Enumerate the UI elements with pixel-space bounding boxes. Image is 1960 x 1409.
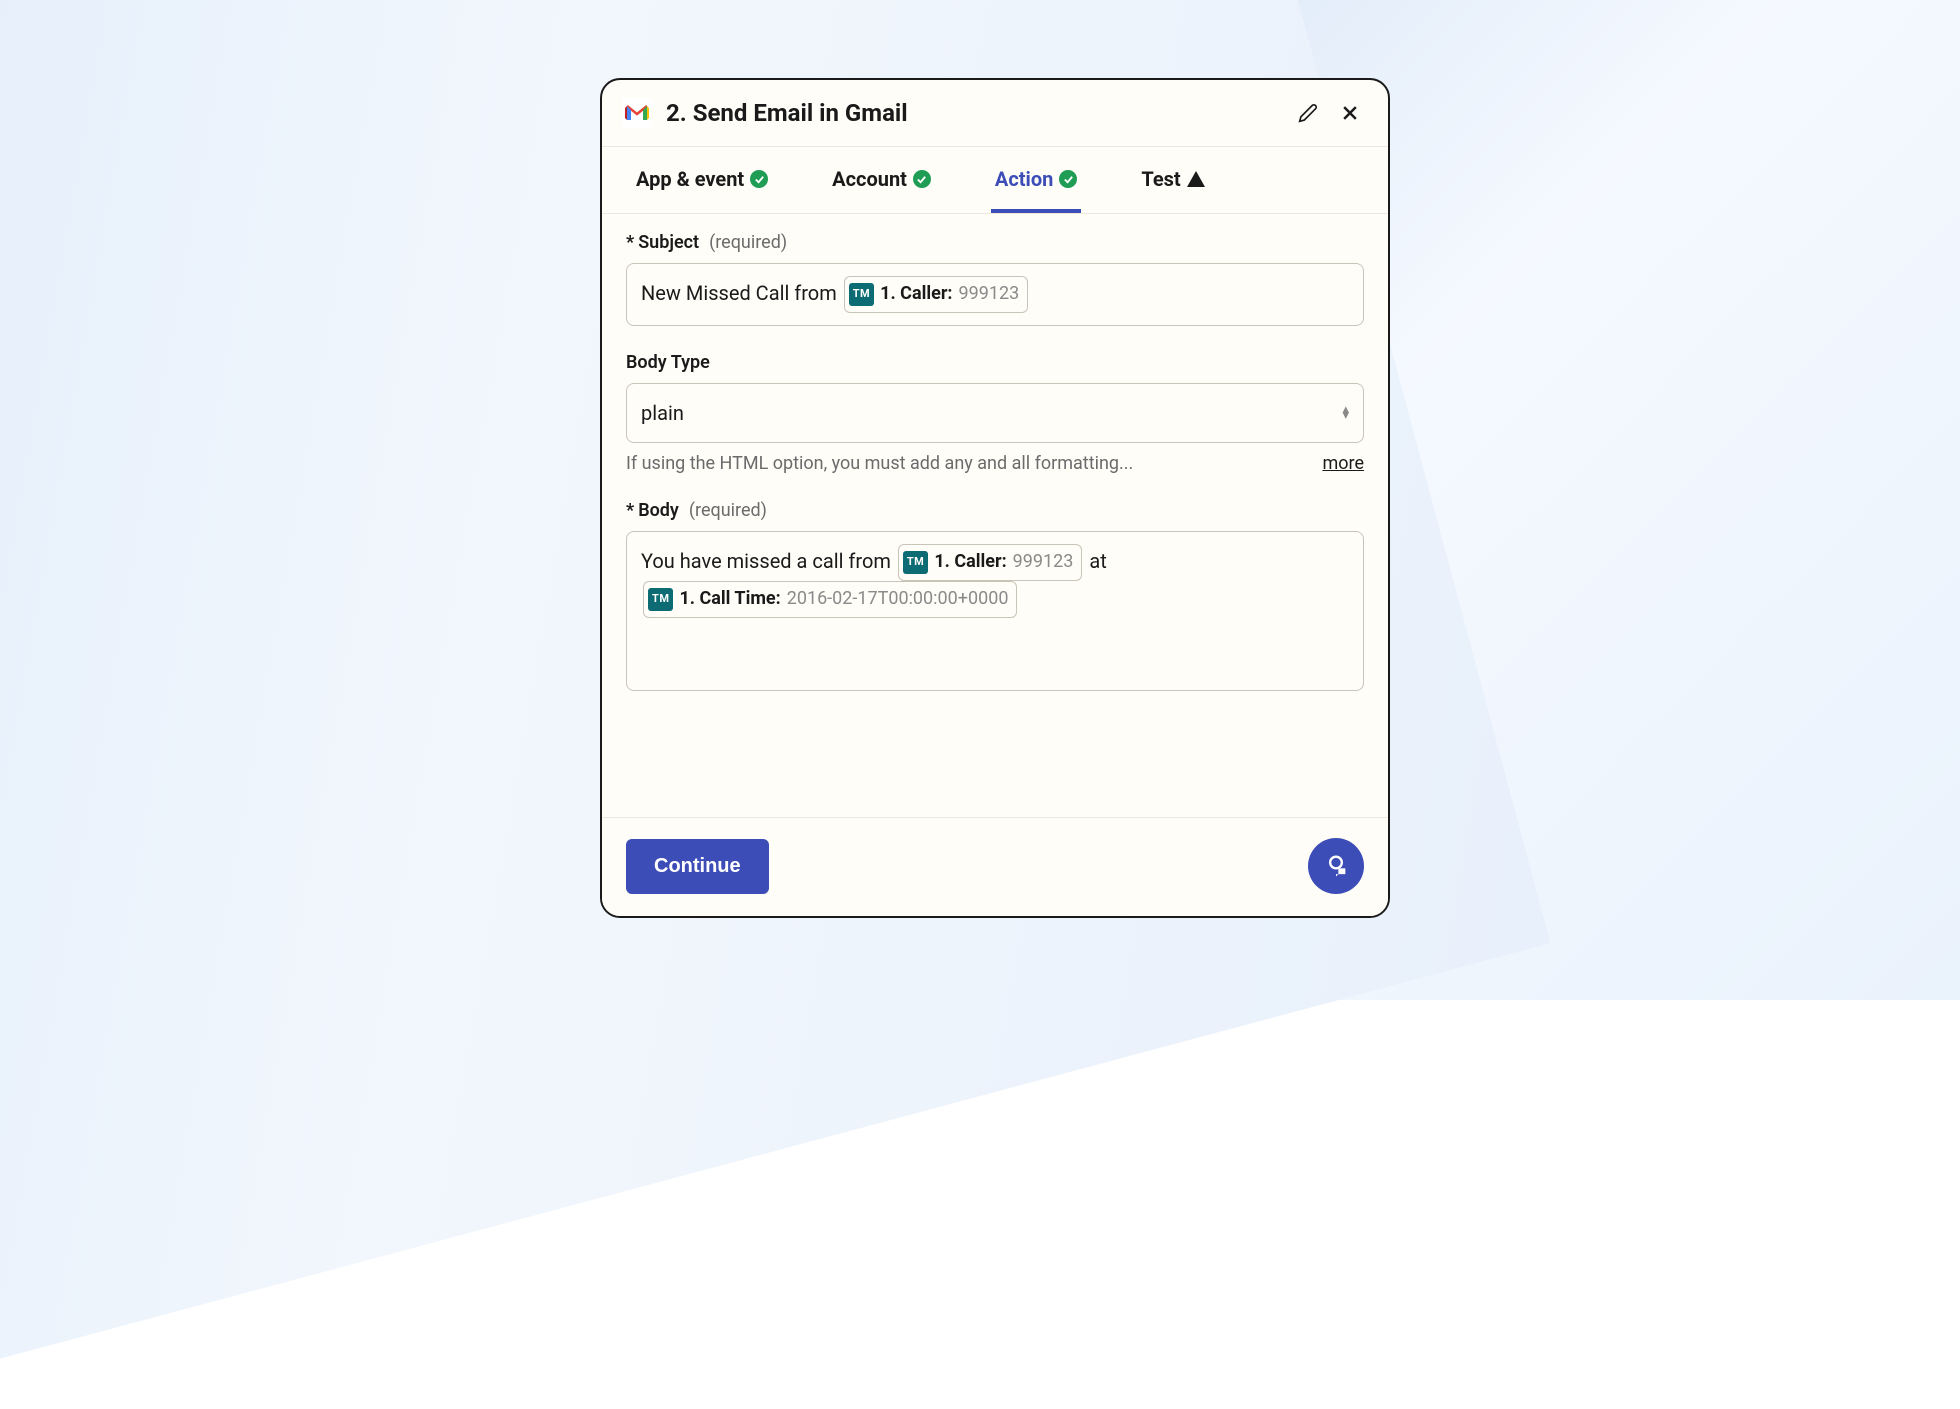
help-text: If using the HTML option, you must add a…: [626, 453, 1133, 474]
pill-value: 999123: [959, 279, 1020, 310]
pill-value: 2016-02-17T00:00:00+0000: [787, 584, 1009, 615]
text-segment: at: [1084, 549, 1106, 573]
pill-badge: TM: [849, 283, 874, 306]
pill-label: 1. Call Time:: [679, 584, 780, 615]
more-link[interactable]: more: [1322, 453, 1364, 474]
tab-label: Account: [832, 167, 907, 191]
body-type-label: Body Type: [626, 352, 1364, 373]
field-body-type: Body Type plain ▴▾ If using the HTML opt…: [626, 352, 1364, 474]
check-icon: [750, 170, 768, 188]
step-editor-panel: 2. Send Email in Gmail App & event Accou…: [600, 78, 1390, 918]
tab-action[interactable]: Action: [991, 147, 1081, 213]
tab-bar: App & event Account Action Test: [602, 146, 1388, 214]
panel-title: 2. Send Email in Gmail: [666, 99, 1280, 127]
panel-header: 2. Send Email in Gmail: [602, 80, 1388, 146]
gmail-icon: [622, 98, 652, 128]
form-area: *Subject (required) New Missed Call from…: [602, 214, 1388, 817]
tab-label: Test: [1141, 167, 1180, 191]
body-type-select[interactable]: plain ▴▾: [626, 383, 1364, 443]
check-icon: [1059, 170, 1077, 188]
check-icon: [913, 170, 931, 188]
subject-label: *Subject (required): [626, 232, 1364, 253]
field-subject: *Subject (required) New Missed Call from…: [626, 232, 1364, 326]
pill-label: 1. Caller:: [880, 279, 952, 310]
pill-badge: TM: [903, 551, 928, 574]
body-input[interactable]: You have missed a call from TM 1. Caller…: [626, 531, 1364, 691]
required-hint: (required): [709, 232, 787, 253]
label-text: Subject: [638, 232, 699, 253]
panel-footer: Continue: [602, 817, 1388, 916]
subject-input[interactable]: New Missed Call from TM 1. Caller: 99912…: [626, 263, 1364, 326]
chevron-sort-icon: ▴▾: [1342, 407, 1349, 420]
data-pill-caller[interactable]: TM 1. Caller: 999123: [898, 544, 1083, 581]
help-fab[interactable]: [1308, 838, 1364, 894]
select-value: plain: [641, 396, 684, 430]
label-text: Body: [638, 500, 679, 521]
pill-value: 999123: [1013, 547, 1074, 578]
close-button[interactable]: [1336, 99, 1364, 127]
tab-label: App & event: [636, 167, 744, 191]
pill-label: 1. Caller:: [934, 547, 1006, 578]
label-text: Body Type: [626, 352, 710, 373]
required-hint: (required): [689, 500, 767, 521]
continue-button[interactable]: Continue: [626, 839, 769, 894]
edit-button[interactable]: [1294, 99, 1322, 127]
data-pill-call-time[interactable]: TM 1. Call Time: 2016-02-17T00:00:00+000…: [643, 581, 1017, 618]
warning-icon: [1187, 171, 1205, 187]
body-label: *Body (required): [626, 500, 1364, 521]
tab-account[interactable]: Account: [828, 147, 935, 213]
text-segment: New Missed Call from: [641, 281, 842, 305]
pill-badge: TM: [648, 588, 673, 611]
data-pill-caller[interactable]: TM 1. Caller: 999123: [844, 276, 1029, 313]
tab-app-event[interactable]: App & event: [632, 147, 772, 213]
tab-test[interactable]: Test: [1137, 147, 1208, 213]
field-body: *Body (required) You have missed a call …: [626, 500, 1364, 691]
help-row: If using the HTML option, you must add a…: [626, 453, 1364, 474]
text-segment: You have missed a call from: [641, 549, 896, 573]
tab-label: Action: [995, 167, 1053, 191]
